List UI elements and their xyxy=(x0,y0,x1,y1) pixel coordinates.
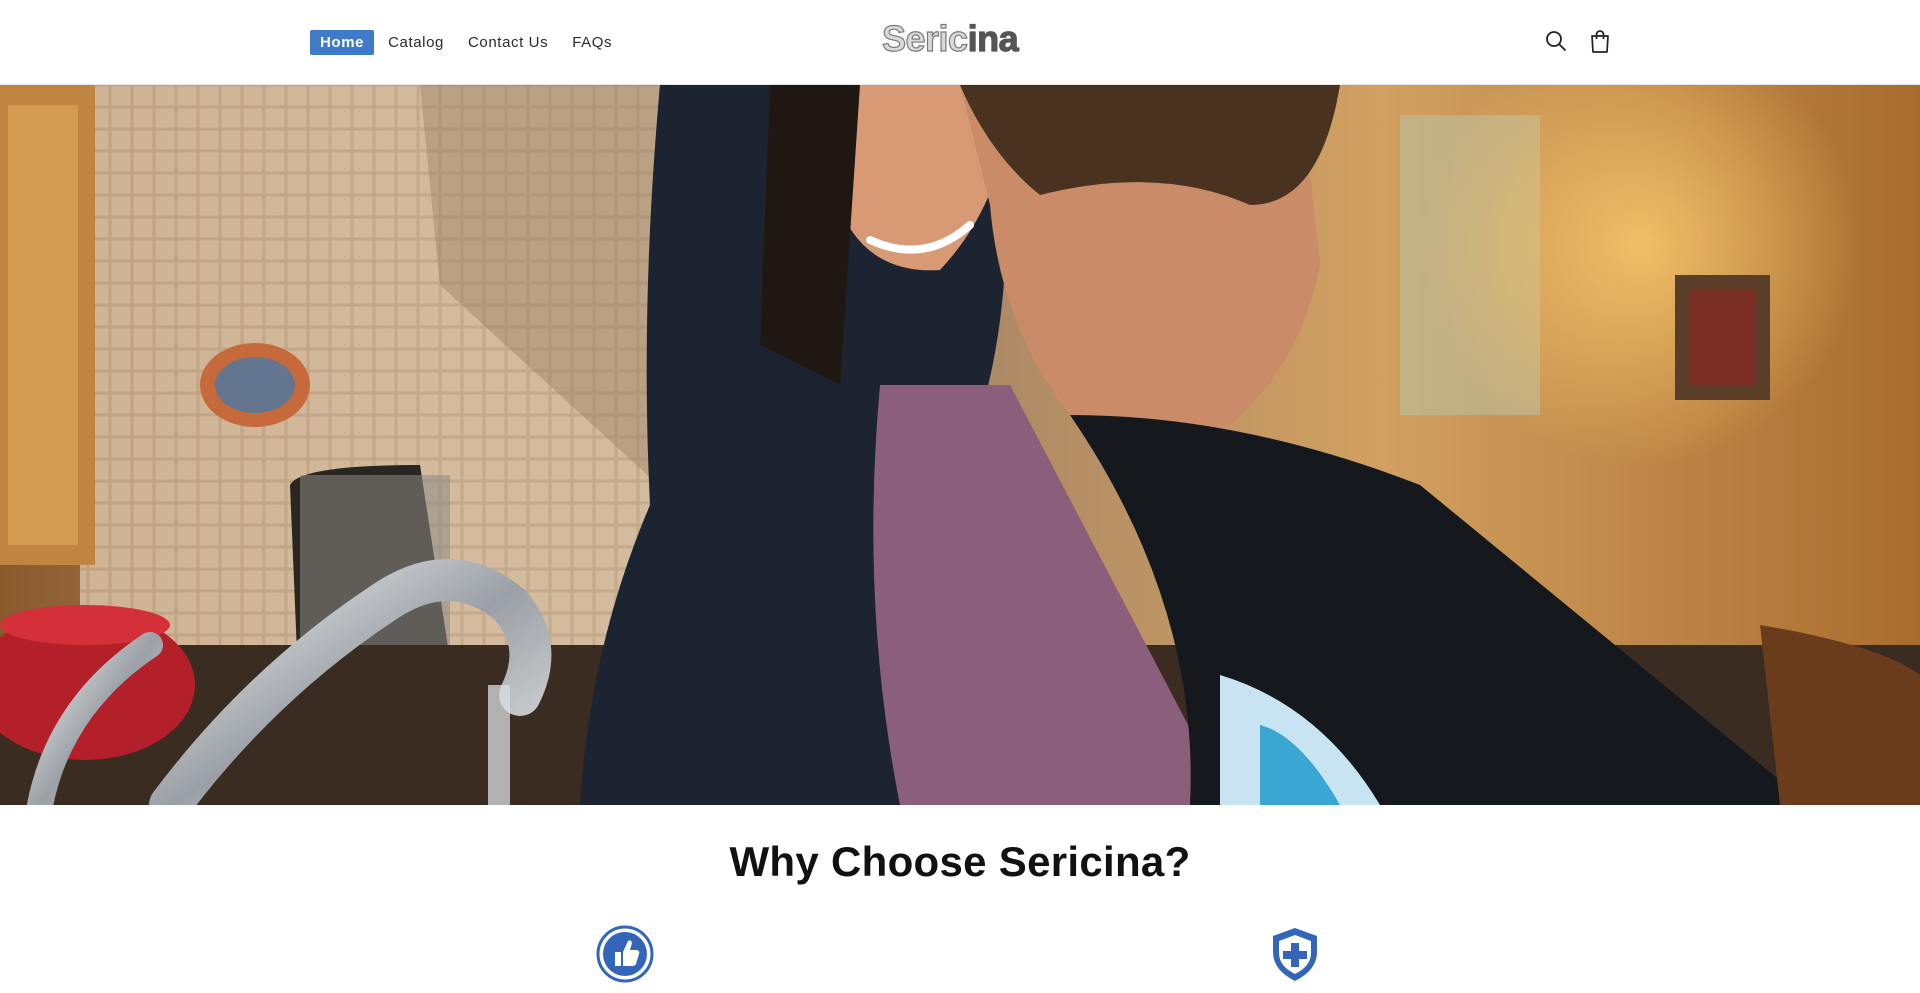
search-icon xyxy=(1546,31,1566,51)
feature-protection xyxy=(1265,924,1325,984)
site-header: Home Catalog Contact Us FAQs Sericina xyxy=(0,0,1920,85)
site-logo[interactable]: Sericina xyxy=(880,18,1030,58)
svg-text:Sericina: Sericina xyxy=(882,18,1020,58)
hero-image xyxy=(0,85,1920,805)
feature-quality xyxy=(595,924,655,984)
main-nav: Home Catalog Contact Us FAQs xyxy=(310,30,626,55)
nav-faqs[interactable]: FAQs xyxy=(562,30,622,55)
nav-contact-us[interactable]: Contact Us xyxy=(458,30,558,55)
thumbs-up-icon xyxy=(596,925,654,983)
shopping-bag-icon xyxy=(1591,30,1609,53)
cart-button[interactable] xyxy=(1587,28,1613,54)
why-choose-title: Why Choose Sericina? xyxy=(729,838,1191,885)
search-button[interactable] xyxy=(1543,28,1569,54)
hero-banner xyxy=(0,85,1920,805)
nav-home[interactable]: Home xyxy=(310,30,375,55)
nav-catalog[interactable]: Catalog xyxy=(378,30,454,55)
shield-plus-icon xyxy=(1273,928,1317,981)
